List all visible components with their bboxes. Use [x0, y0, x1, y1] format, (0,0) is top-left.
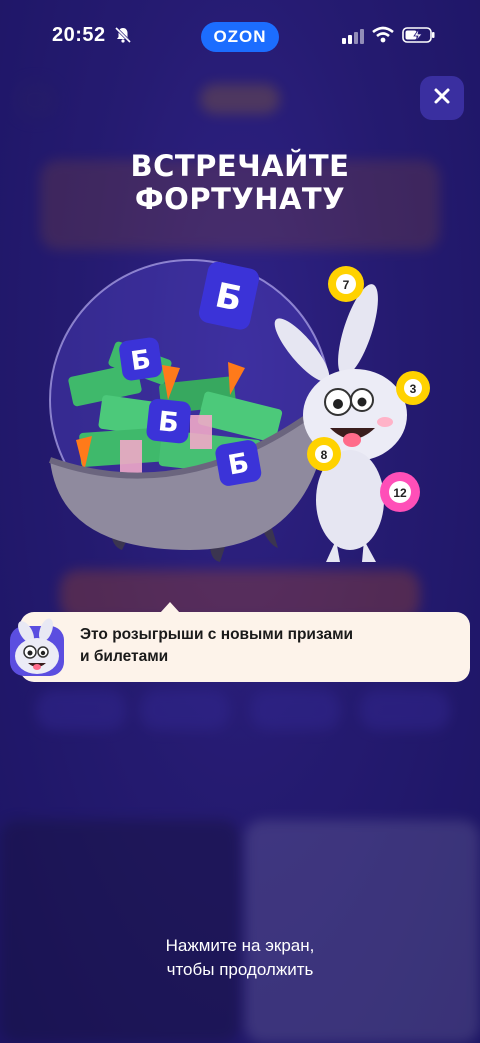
tap-to-continue-hint[interactable]: Нажмите на экран, чтобы продолжить — [0, 934, 480, 982]
close-icon — [433, 87, 451, 110]
ball-number: 3 — [410, 382, 417, 396]
tooltip-line-1: Это розыгрыши с новыми призами — [80, 626, 354, 643]
ball-number: 8 — [321, 448, 328, 462]
ball-number: 7 — [343, 278, 350, 292]
status-bar: 20:52 OZON — [0, 0, 480, 74]
signal-icon — [342, 28, 366, 49]
page-title: ВСТРЕЧАЙТЕ ФОРТУНАТУ — [0, 150, 480, 216]
rabbit-avatar — [6, 618, 68, 680]
close-button[interactable] — [420, 76, 464, 120]
title-line-1: ВСТРЕЧАЙТЕ — [130, 149, 350, 183]
tooltip-text: Это розыгрыши с новыми призами и билетам… — [80, 624, 450, 668]
continue-line-1: Нажмите на экран, — [165, 936, 315, 955]
continue-line-2: чтобы продолжить — [166, 960, 314, 979]
bell-muted-icon — [114, 26, 132, 49]
wifi-icon — [372, 26, 394, 49]
ball-number: 12 — [393, 486, 407, 500]
battery-charging-icon — [402, 26, 436, 49]
status-time: 20:52 — [52, 24, 106, 46]
title-line-2: ФОРТУНАТУ — [134, 182, 346, 216]
fortunata-illustration: Б Б Б Б 7 3 8 12 — [48, 259, 430, 562]
ozon-logo: OZON — [201, 22, 279, 52]
bank-badge-letter: Б — [129, 345, 153, 377]
bank-badge-letter: Б — [157, 406, 181, 439]
tooltip-line-2: и билетами — [80, 648, 169, 665]
